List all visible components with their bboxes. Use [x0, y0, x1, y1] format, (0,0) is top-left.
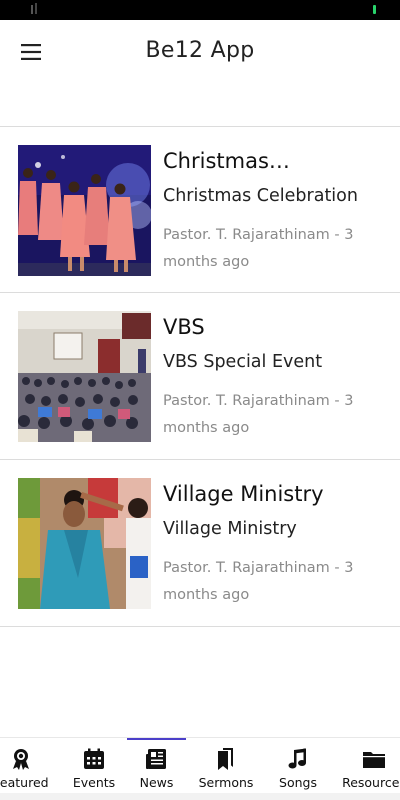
app-title: Be12 App — [145, 38, 255, 63]
news-meta: Pastor. T. Rajarathinam - 3 months ago — [163, 560, 354, 603]
bottom-nav: Featured Events News — [0, 737, 400, 793]
signal-icon — [35, 3, 37, 14]
newspaper-icon — [145, 749, 166, 769]
news-subtitle: Christmas Celebration — [163, 186, 358, 206]
battery-icon — [373, 5, 376, 14]
news-meta: Pastor. T. Rajarathinam - 3 months ago — [163, 227, 354, 270]
nav-item-songs[interactable]: Songs — [263, 738, 333, 794]
news-title: VBS — [163, 315, 205, 339]
nav-label: Resources — [342, 775, 400, 790]
news-item-vbs[interactable]: VBS VBS Special Event Pastor. T. Rajarat… — [0, 293, 400, 460]
news-list: Christmas… Christmas Celebration Pastor.… — [0, 126, 400, 627]
folder-icon — [363, 752, 385, 768]
signal-icon — [31, 5, 33, 14]
news-item-christmas[interactable]: Christmas… Christmas Celebration Pastor.… — [0, 126, 400, 293]
calendar-icon — [84, 748, 104, 769]
nav-item-resources[interactable]: Resources — [339, 738, 400, 794]
award-icon — [13, 749, 29, 770]
bookmarks-icon — [218, 748, 233, 770]
news-title: Christmas… — [163, 149, 290, 173]
hall-gathering-photo — [18, 311, 151, 442]
news-subtitle: Village Ministry — [163, 519, 297, 539]
system-nav-strip — [0, 793, 400, 800]
news-meta: Pastor. T. Rajarathinam - 3 months ago — [163, 393, 354, 436]
status-bar — [0, 0, 400, 20]
news-item-village-ministry[interactable]: Village Ministry Village Ministry Pastor… — [0, 460, 400, 627]
nav-item-news[interactable]: News — [127, 738, 186, 794]
app-bar: Be12 App — [0, 20, 400, 82]
music-note-icon — [288, 748, 306, 769]
children-dancing-photo — [18, 145, 151, 276]
prayer-photo — [18, 478, 151, 609]
news-title: Village Ministry — [163, 482, 324, 506]
news-subtitle: VBS Special Event — [163, 352, 323, 372]
nav-item-featured[interactable]: Featured — [0, 738, 56, 794]
nav-item-sermons[interactable]: Sermons — [191, 738, 261, 794]
